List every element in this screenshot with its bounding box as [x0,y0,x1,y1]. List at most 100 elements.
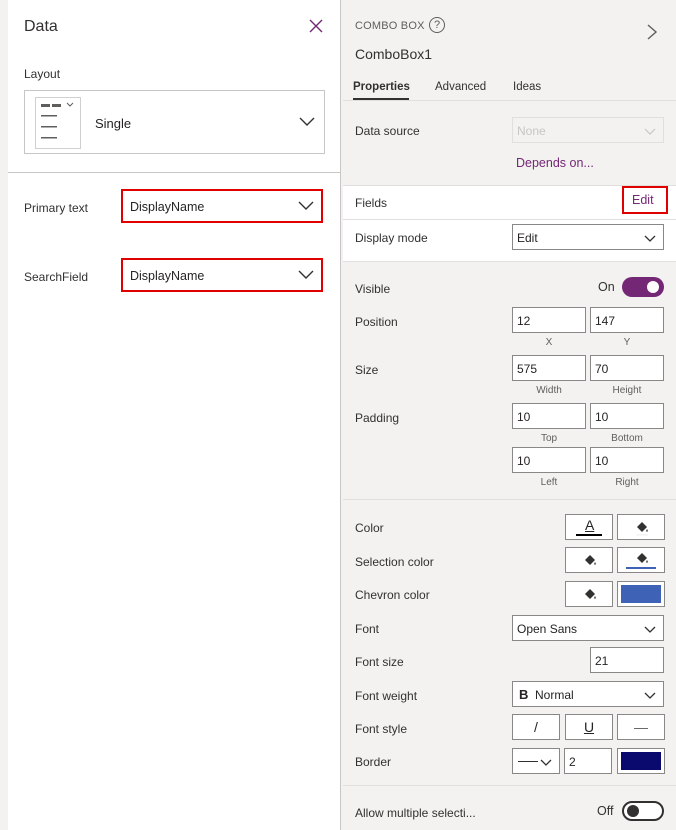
tab-properties[interactable]: Properties [353,81,410,93]
tab-ideas[interactable]: Ideas [513,81,541,93]
chevron-color-label: Chevron color [355,588,430,602]
font-value: Open Sans [517,622,578,636]
y-caption: Y [623,337,631,348]
chevron-right-icon[interactable] [645,22,659,45]
divider [343,499,676,500]
strikethrough-button[interactable]: — [617,714,665,740]
font-size-label: Font size [355,655,404,669]
chevron-down-icon [539,756,553,771]
data-source-label: Data source [355,124,420,138]
color-label: Color [355,521,384,535]
tab-advanced[interactable]: Advanced [435,81,486,93]
bottom-caption: Bottom [611,433,643,444]
display-mode-value: Edit [517,231,538,245]
position-y-input[interactable]: 147 [590,307,664,333]
x-caption: X [545,337,553,348]
properties-pane: COMBO BOX ? ComboBox1 Properties Advance… [343,0,676,830]
underline-button[interactable]: U [565,714,613,740]
position-x-input[interactable]: 12 [512,307,586,333]
allow-multiple-toggle[interactable] [622,801,664,821]
height-caption: Height [612,385,642,396]
divider [8,172,341,173]
selection-fill-color-button[interactable] [617,547,665,573]
control-type-label: COMBO BOX [355,20,425,32]
data-source-dropdown[interactable]: None [512,117,664,143]
size-height-value: 70 [595,362,609,376]
depends-on-link[interactable]: Depends on... [516,156,594,170]
size-label: Size [355,363,379,377]
font-dropdown[interactable]: Open Sans [512,615,664,641]
italic-button[interactable]: / [512,714,560,740]
font-size-input[interactable]: 21 [590,647,664,673]
font-style-label: Font style [355,722,408,736]
chevron-down-icon [298,115,316,130]
divider [343,785,676,786]
primary-text-value: DisplayName [130,200,205,214]
border-color-swatch[interactable] [617,748,665,774]
chevron-down-icon [643,689,657,704]
layout-value: Single [95,116,132,131]
selection-color-underline [626,567,656,569]
border-width-input[interactable]: 2 [564,748,612,774]
selection-font-color-button[interactable] [565,547,613,573]
chevron-icon-color-button[interactable] [565,581,613,607]
left-caption: Left [540,477,558,488]
size-width-value: 575 [517,362,538,376]
data-pane: Data Layout Single Primary text DisplayN… [8,0,341,830]
close-icon[interactable] [306,16,326,36]
divider [343,100,676,101]
divider [343,261,676,262]
primary-text-label: Primary text [24,201,89,215]
paint-bucket-icon [585,589,596,599]
padding-right-input[interactable]: 10 [590,447,664,473]
padding-left-input[interactable]: 10 [512,447,586,473]
searchfield-dropdown[interactable]: DisplayName [121,258,323,292]
visible-label: Visible [355,282,391,296]
fields-edit-label: Edit [632,193,654,207]
fields-edit-button[interactable]: Edit [622,186,668,214]
chevron-down-icon [643,125,657,140]
padding-bottom-input[interactable]: 10 [590,403,664,429]
divider [343,219,676,220]
font-color-icon: A [585,517,595,533]
border-label: Border [355,755,392,769]
border-width-value: 2 [569,755,576,769]
font-size-value: 21 [595,654,609,668]
font-weight-label: Font weight [355,689,418,703]
width-caption: Width [536,385,562,396]
padding-top-value: 10 [517,410,531,424]
position-label: Position [355,315,398,329]
right-caption: Right [615,477,639,488]
help-icon[interactable]: ? [429,17,445,33]
control-name[interactable]: ComboBox1 [355,46,432,62]
allow-multiple-state: Off [597,804,614,818]
display-mode-dropdown[interactable]: Edit [512,224,664,250]
padding-bottom-value: 10 [595,410,609,424]
padding-label: Padding [355,411,400,425]
font-weight-dropdown[interactable]: B Normal [512,681,664,707]
searchfield-label: SearchField [24,270,89,284]
padding-top-input[interactable]: 10 [512,403,586,429]
allow-multiple-selection-label: Allow multiple selecti... [355,806,476,820]
selection-color-label: Selection color [355,555,434,569]
size-height-input[interactable]: 70 [590,355,664,381]
border-style-dropdown[interactable] [512,748,560,774]
fields-label: Fields [355,196,388,210]
top-caption: Top [540,433,558,444]
chevron-fill-color-swatch[interactable] [617,581,665,607]
display-mode-label: Display mode [355,231,428,245]
size-width-input[interactable]: 575 [512,355,586,381]
visible-toggle[interactable] [622,277,664,297]
paint-bucket-icon [636,522,648,536]
data-pane-title: Data [24,18,58,35]
fill-color-button[interactable] [617,514,665,540]
primary-text-dropdown[interactable]: DisplayName [121,189,323,223]
layout-dropdown[interactable]: Single [24,90,325,154]
chevron-down-icon [297,268,315,283]
chevron-down-icon [297,199,315,214]
font-color-button[interactable]: A [565,514,613,540]
chevron-down-icon [643,623,657,638]
paint-bucket-icon [637,553,648,563]
chevron-down-icon [643,232,657,247]
position-y-value: 147 [595,314,616,328]
